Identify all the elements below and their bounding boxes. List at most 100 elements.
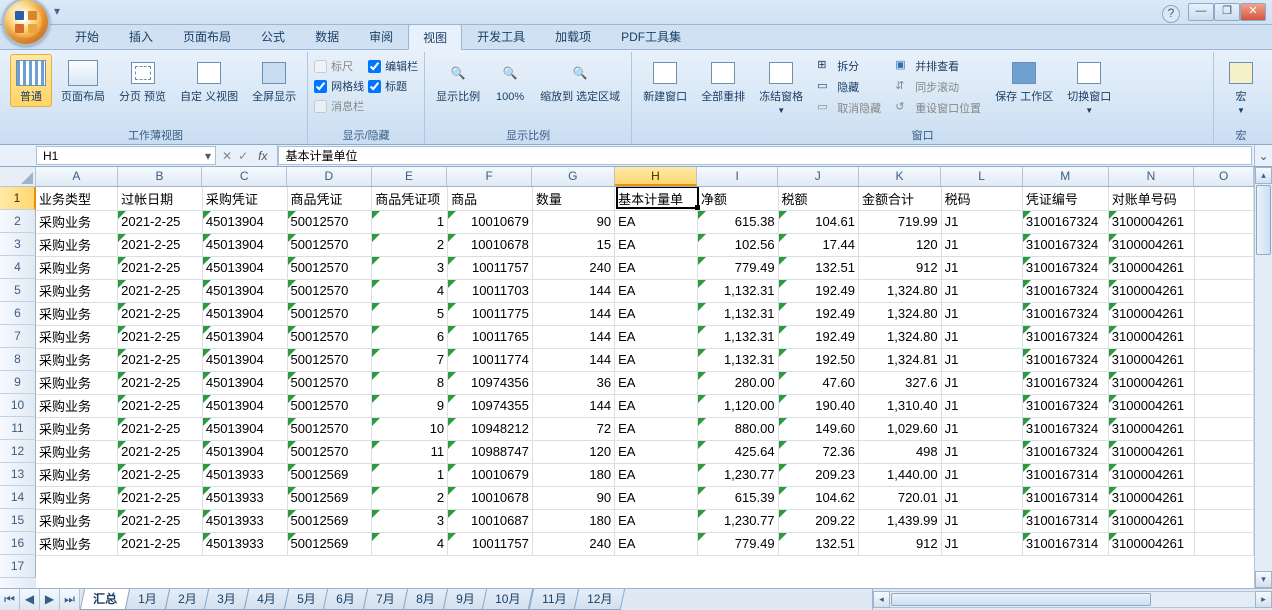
cell[interactable]: 144 — [532, 394, 614, 417]
cell[interactable]: 3100004261 — [1108, 532, 1194, 555]
view-page-layout-button[interactable]: 页面布局 — [56, 54, 110, 107]
row-header[interactable]: 16 — [0, 532, 36, 555]
cell[interactable]: 45013904 — [202, 302, 287, 325]
chevron-down-icon[interactable]: ▾ — [201, 149, 215, 163]
cell[interactable]: 3100004261 — [1108, 302, 1194, 325]
cell[interactable]: 615.38 — [697, 210, 778, 233]
cell[interactable]: 采购业务 — [36, 279, 118, 302]
cell[interactable]: 2 — [372, 233, 448, 256]
cell[interactable]: 209.23 — [778, 463, 858, 486]
macros-button[interactable]: 宏▼ — [1220, 54, 1262, 120]
split-button[interactable]: ⊞拆分 — [812, 56, 886, 76]
row-header[interactable]: 6 — [0, 302, 36, 325]
cell[interactable]: 1,230.77 — [697, 509, 778, 532]
row-header[interactable]: 13 — [0, 463, 36, 486]
cell[interactable]: J1 — [941, 279, 1022, 302]
ribbon-tab-7[interactable]: 开发工具 — [462, 23, 540, 49]
cell[interactable]: 10010687 — [448, 509, 533, 532]
cell[interactable]: 3100167324 — [1022, 233, 1108, 256]
prev-sheet-icon[interactable]: ◀ — [20, 589, 40, 610]
cell[interactable]: 3100004261 — [1108, 371, 1194, 394]
cell[interactable]: 50012570 — [287, 417, 372, 440]
cell[interactable]: 50012570 — [287, 210, 372, 233]
cell[interactable]: 1,324.80 — [859, 279, 942, 302]
cell[interactable]: 72.36 — [778, 440, 858, 463]
hide-button[interactable]: ▭隐藏 — [812, 77, 886, 97]
cell[interactable]: 45013904 — [202, 348, 287, 371]
select-all-button[interactable] — [0, 167, 36, 187]
view-normal-button[interactable]: 普通 — [10, 54, 52, 107]
cell[interactable]: 102.56 — [697, 233, 778, 256]
cell[interactable]: 采购业务 — [36, 325, 118, 348]
cell[interactable]: 779.49 — [697, 532, 778, 555]
cell[interactable]: EA — [615, 371, 698, 394]
cell[interactable]: EA — [615, 509, 698, 532]
cell[interactable]: 50012570 — [287, 440, 372, 463]
cell[interactable]: 120 — [532, 440, 614, 463]
cell[interactable]: 1,440.00 — [859, 463, 942, 486]
cell[interactable]: 3100167324 — [1022, 348, 1108, 371]
row-header[interactable]: 17 — [0, 555, 36, 578]
cell[interactable]: 327.6 — [859, 371, 942, 394]
column-header[interactable]: K — [859, 167, 942, 186]
cell[interactable]: 3100004261 — [1108, 486, 1194, 509]
cell[interactable]: 132.51 — [778, 532, 858, 555]
header-cell[interactable]: 数量 — [532, 187, 614, 210]
office-button[interactable] — [2, 0, 50, 46]
cell[interactable]: 144 — [532, 348, 614, 371]
ribbon-tab-3[interactable]: 公式 — [246, 23, 300, 49]
cell[interactable]: 425.64 — [697, 440, 778, 463]
cell[interactable]: 1,324.80 — [859, 325, 942, 348]
cell[interactable]: EA — [615, 394, 698, 417]
cell[interactable]: 45013933 — [202, 509, 287, 532]
cell[interactable]: 3100167314 — [1022, 463, 1108, 486]
expand-formula-icon[interactable]: ⌄ — [1254, 145, 1272, 166]
header-cell[interactable]: 采购凭证 — [202, 187, 287, 210]
cell[interactable]: 3100004261 — [1108, 256, 1194, 279]
cell[interactable]: J1 — [941, 233, 1022, 256]
column-header[interactable]: D — [287, 167, 372, 186]
ribbon-tab-8[interactable]: 加载项 — [540, 23, 606, 49]
cell[interactable]: 2021-2-25 — [118, 348, 203, 371]
scroll-thumb[interactable] — [891, 593, 1151, 606]
cell[interactable]: 3100167324 — [1022, 371, 1108, 394]
cell[interactable]: 采购业务 — [36, 394, 118, 417]
header-cell[interactable]: 净额 — [697, 187, 778, 210]
cell[interactable]: 3100004261 — [1108, 394, 1194, 417]
cell[interactable]: 45013904 — [202, 371, 287, 394]
cell[interactable]: 45013904 — [202, 440, 287, 463]
cell[interactable]: J1 — [941, 509, 1022, 532]
sheet-tab[interactable]: 3月 — [204, 589, 249, 610]
ribbon-tab-5[interactable]: 审阅 — [354, 23, 408, 49]
cell[interactable]: EA — [615, 463, 698, 486]
cell[interactable]: 10011774 — [448, 348, 533, 371]
cell[interactable]: 3 — [372, 256, 448, 279]
cell[interactable]: 1,029.60 — [859, 417, 942, 440]
minimize-button[interactable]: — — [1188, 3, 1214, 21]
row-header[interactable]: 14 — [0, 486, 36, 509]
cell[interactable]: 3100004261 — [1108, 509, 1194, 532]
cell[interactable]: 45013904 — [202, 256, 287, 279]
header-cell[interactable]: 税码 — [941, 187, 1022, 210]
cell[interactable]: 10011775 — [448, 302, 533, 325]
header-cell[interactable]: 税额 — [778, 187, 858, 210]
header-cell[interactable]: 对账单号码 — [1108, 187, 1194, 210]
sheet-tab[interactable]: 10月 — [482, 589, 534, 610]
cell[interactable]: 采购业务 — [36, 348, 118, 371]
cell[interactable]: 2021-2-25 — [118, 256, 203, 279]
cell[interactable]: 50012569 — [287, 532, 372, 555]
cell[interactable]: 采购业务 — [36, 509, 118, 532]
cell[interactable]: 10948212 — [448, 417, 533, 440]
cell[interactable]: 36 — [532, 371, 614, 394]
sheet-tab[interactable]: 1月 — [125, 589, 170, 610]
cell[interactable]: J1 — [941, 486, 1022, 509]
scroll-right-icon[interactable]: ▸ — [1255, 591, 1272, 608]
sheet-tab[interactable]: 8月 — [402, 589, 447, 610]
column-header[interactable]: L — [941, 167, 1023, 186]
cell[interactable]: 104.61 — [778, 210, 858, 233]
cell[interactable]: 1 — [372, 210, 448, 233]
name-box-input[interactable] — [37, 149, 201, 163]
cell[interactable]: 10011765 — [448, 325, 533, 348]
cell[interactable]: 45013904 — [202, 233, 287, 256]
cell[interactable]: EA — [615, 486, 698, 509]
